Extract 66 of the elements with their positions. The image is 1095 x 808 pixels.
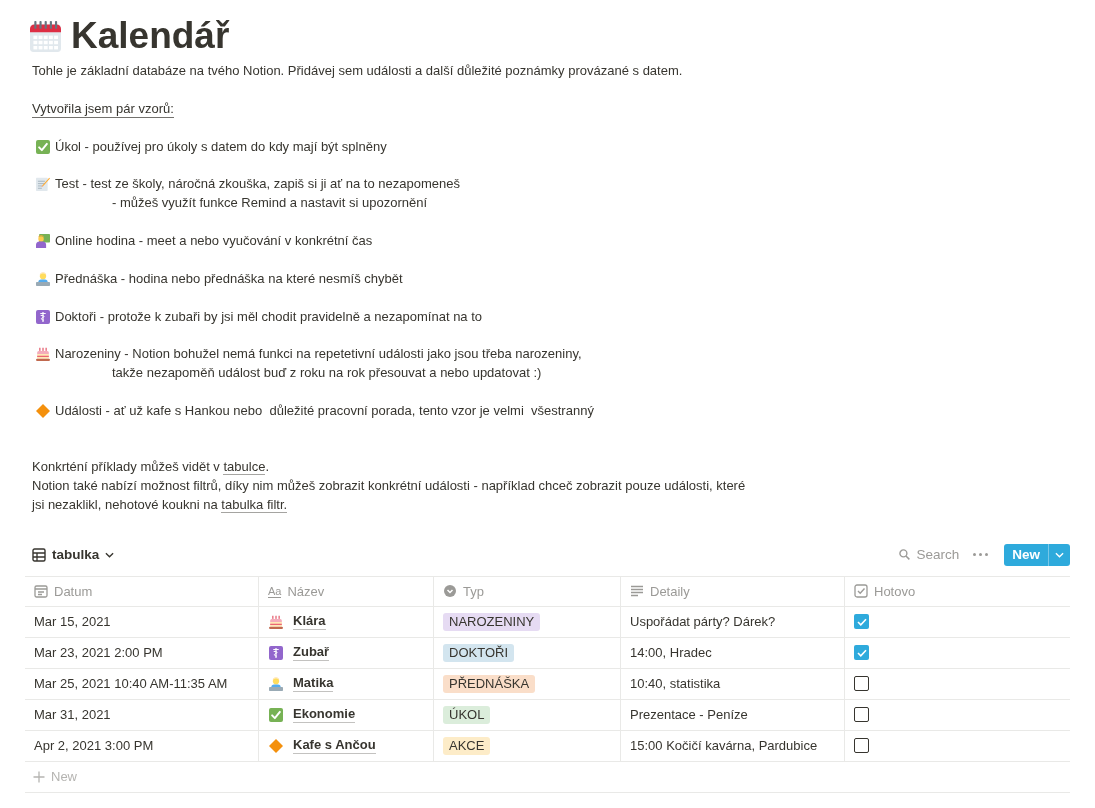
type-tag: DOKTOŘI xyxy=(443,643,514,662)
view-tab[interactable]: tabulka xyxy=(32,547,115,563)
memo-icon xyxy=(36,177,50,192)
checkbox-icon xyxy=(854,584,868,599)
checkbox[interactable] xyxy=(854,707,869,723)
diamond-icon xyxy=(269,738,283,753)
check-icon xyxy=(36,139,50,154)
template-description: Online hodina - meet a nebo vyučování v konkrétní čas xyxy=(55,232,373,251)
template-description: Narozeniny - Notion bohužel nemá funkci na repetetivní události jako jsou třeba narozeniny, takže nezapoměň událost buď z roku na rok přesouvat a nebo updatovat :) xyxy=(55,345,582,383)
checkbox[interactable] xyxy=(854,676,869,692)
search-icon xyxy=(899,549,911,561)
diamond-icon xyxy=(36,404,50,419)
date-cell-text: Apr 2, 2021 3:00 PM xyxy=(33,737,155,756)
date-cell-text: Mar 31, 2021 xyxy=(33,706,112,725)
more-icon xyxy=(973,553,989,557)
chevron-down-icon xyxy=(105,551,115,558)
type-tag: NAROZENINY xyxy=(443,612,541,631)
templates-heading: Vytvořila jsem pár vzorů: xyxy=(32,99,174,118)
medical-symbol-icon xyxy=(269,645,283,660)
person-laptop-icon xyxy=(269,676,283,691)
detail-cell: 15:00 Kočičí kavárna, Pardubice xyxy=(620,730,844,761)
tick-icon xyxy=(856,648,867,657)
teacher-icon xyxy=(36,234,50,249)
note-paragraph: Notion také nabízí možnost filtrů, díky nim můžeš zobrazit konkrétní události - například chceč zobrazit pouze události, které jsi nezaklikl, nehotové koukni na tabulka filtr. xyxy=(32,477,747,515)
cake-icon xyxy=(269,614,283,629)
table-icon xyxy=(32,547,46,562)
type-tag: AKCE xyxy=(443,736,491,755)
date-cell-text: Mar 25, 2021 10:40 AM-11:35 AM xyxy=(33,675,229,694)
template-description: Přednáška - hodina nebo přednáška na které nesmíš chybět xyxy=(55,269,403,288)
checkbox[interactable] xyxy=(854,645,869,661)
page-title-link[interactable]: Ekonomie xyxy=(293,706,356,724)
text-lines-icon xyxy=(630,584,644,599)
plus-icon xyxy=(33,770,45,783)
check-icon xyxy=(269,707,283,722)
page-title-link[interactable]: Zubař xyxy=(293,644,330,662)
chevron-down-icon xyxy=(1055,551,1064,558)
type-tag: PŘEDNÁŠKA xyxy=(443,674,536,693)
page-title: Kalendář xyxy=(71,14,230,58)
intro-text: Tohle je základní databáze na tvého Notion. Přidávej sem události a další důležité poznámky provázané s datem. xyxy=(32,62,684,80)
template-description: Doktoři - protože k zubaři by jsi měl chodit pravidelně a nezapomínat na to xyxy=(55,307,483,326)
calendar-icon xyxy=(34,584,48,599)
cake-icon xyxy=(36,347,50,362)
type-tag: ÚKOL xyxy=(443,705,491,724)
dropdown-circle-icon xyxy=(443,584,457,599)
page-title-link[interactable]: Kafe s Ančou xyxy=(293,737,376,755)
date-cell-text: Mar 23, 2021 2:00 PM xyxy=(33,644,164,663)
new-dropdown-button[interactable] xyxy=(1048,543,1070,566)
page-title-link[interactable]: Matika xyxy=(293,675,334,693)
checkbox[interactable] xyxy=(854,614,869,630)
template-description: Události - ať už kafe s Hankou nebo důležité pracovní porada, tento vzor je velmi všestranný xyxy=(55,402,594,421)
page-title-link[interactable]: Klára xyxy=(293,613,326,631)
note-paragraph: Konkrténí příklady můžeš vidět v tabulce. xyxy=(32,458,271,477)
medical-symbol-icon xyxy=(36,309,50,324)
person-laptop-icon xyxy=(36,271,50,286)
detail-cell: 14:00, Hradec xyxy=(620,637,844,668)
template-description: Test - test ze školy, náročná zkouška, zapiš si ji ať na to nezapomeneš - můžeš využít funkce Remind a nastavit si upozornění xyxy=(55,175,460,213)
checkbox[interactable] xyxy=(854,738,869,754)
tick-icon xyxy=(856,617,867,626)
detail-cell: Uspořádat párty? Dárek? xyxy=(620,606,844,637)
detail-cell: Prezentace - Peníze xyxy=(620,699,844,730)
more-button[interactable] xyxy=(971,553,991,557)
calendar-icon xyxy=(30,20,61,52)
detail-cell: 10:40, statistika xyxy=(620,668,844,699)
template-description: Úkol - používej pro úkoly s datem do kdy mají být splněny xyxy=(55,137,387,156)
text-link[interactable]: tabulka filtr. xyxy=(221,496,288,513)
date-cell-text: Mar 15, 2021 xyxy=(33,613,112,632)
